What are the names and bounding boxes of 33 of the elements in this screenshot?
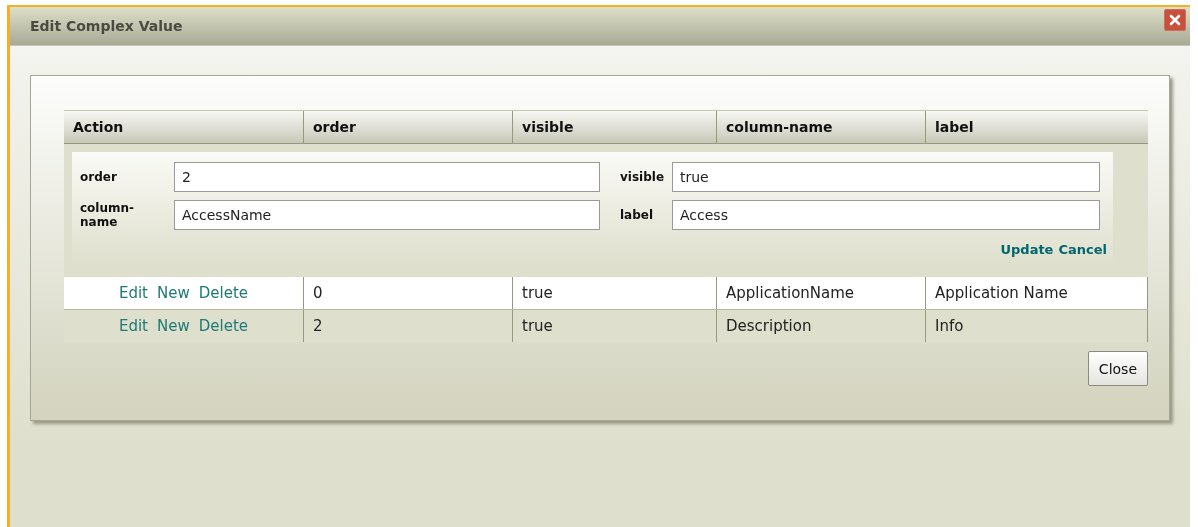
- row-link[interactable]: Edit: [118, 284, 148, 302]
- table-cell: 2: [304, 310, 513, 342]
- row-link[interactable]: Edit: [118, 317, 148, 335]
- table-cell: Info: [926, 310, 1148, 342]
- column-header: order: [304, 111, 513, 143]
- field-label: label: [619, 208, 655, 222]
- input-field[interactable]: 2: [174, 162, 600, 192]
- table-cell: Application Name: [926, 277, 1148, 309]
- field-label: column-name: [80, 201, 136, 229]
- window-title: Edit Complex Value: [30, 18, 183, 34]
- row-link[interactable]: Delete: [198, 317, 249, 335]
- close-icon: [1169, 14, 1181, 26]
- row-link[interactable]: New: [157, 317, 190, 335]
- table-cell: true: [513, 277, 717, 309]
- field-label: order: [80, 170, 118, 184]
- table-cell: ApplicationName: [717, 277, 926, 309]
- column-header: visible: [513, 111, 717, 143]
- table-cell: Description: [717, 310, 926, 342]
- field-label: visible: [619, 170, 666, 184]
- form-link[interactable]: Cancel: [1058, 242, 1107, 257]
- input-field[interactable]: AccessName: [174, 200, 600, 230]
- row-link[interactable]: New: [157, 284, 190, 302]
- form-link[interactable]: Update: [1000, 242, 1054, 257]
- row-link[interactable]: Delete: [198, 284, 249, 302]
- column-header: column-name: [717, 111, 926, 143]
- table-cell: true: [513, 310, 717, 342]
- input-field[interactable]: Access: [672, 200, 1100, 230]
- column-header: Action: [64, 111, 304, 143]
- close-button[interactable]: [1164, 9, 1186, 31]
- close-button[interactable]: Close: [1087, 351, 1148, 386]
- table-cell: 0: [304, 277, 513, 309]
- column-header: label: [934, 118, 975, 137]
- input-field[interactable]: true: [672, 162, 1100, 192]
